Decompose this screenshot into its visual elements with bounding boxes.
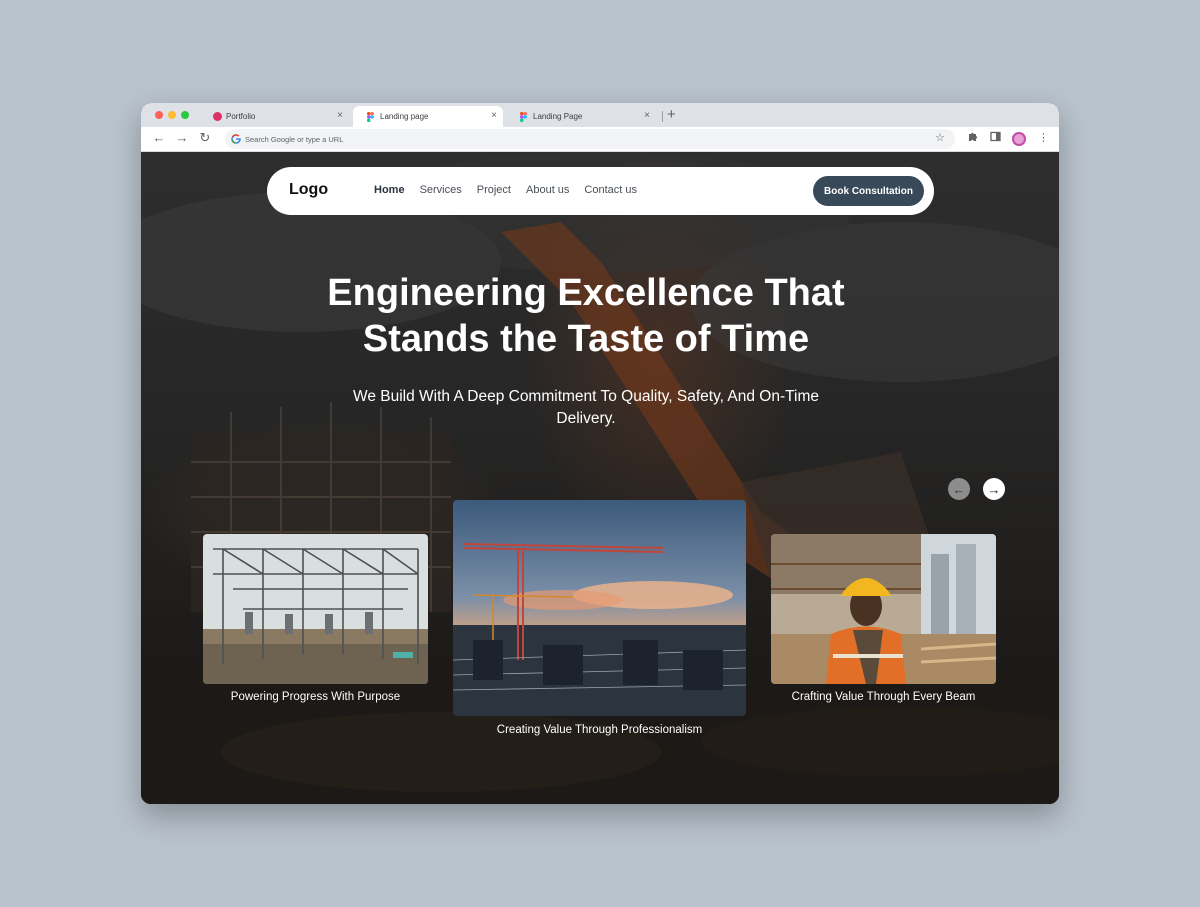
hero-title-line: Stands the Taste of Time — [362, 318, 810, 360]
arrow-right-icon: → — [987, 481, 1001, 497]
tab-label: Landing page — [380, 112, 429, 121]
more-menu-icon[interactable]: ⋮ — [1038, 131, 1049, 145]
close-window-dot[interactable] — [155, 111, 163, 119]
page-viewport: Logo Home Services Project About us Cont… — [141, 152, 1059, 804]
extensions-puzzle-icon[interactable] — [967, 131, 978, 146]
tab-portfolio[interactable]: Portfolio × — [199, 106, 349, 127]
hero-title: Engineering Excellence That Stands the T… — [261, 270, 911, 362]
project-card[interactable]: Powering Progress With Purpose — [203, 534, 428, 714]
bookmark-star-icon[interactable]: ☆ — [935, 131, 945, 145]
browser-toolbar: ← → ↻ Search Google or type a URL ☆ ⋮ — [141, 127, 1059, 152]
nav-links: Home Services Project About us Contact u… — [374, 184, 637, 196]
carousel-prev-button[interactable]: ← — [948, 478, 970, 500]
profile-avatar[interactable] — [1012, 132, 1026, 146]
browser-window: Portfolio × Landing page × Landing Page … — [141, 103, 1059, 804]
portfolio-favicon-icon — [213, 112, 222, 121]
nav-item-about-us[interactable]: About us — [526, 184, 569, 196]
book-consultation-button[interactable]: Book Consultation — [813, 176, 924, 206]
side-panel-icon[interactable] — [990, 131, 1001, 146]
address-placeholder: Search Google or type a URL — [245, 134, 344, 144]
nav-item-home[interactable]: Home — [374, 184, 405, 196]
site-navbar: Logo Home Services Project About us Cont… — [267, 167, 934, 215]
maximize-window-dot[interactable] — [181, 111, 189, 119]
project-card[interactable]: Creating Value Through Professionalism — [453, 500, 746, 745]
tab-landing-page-2[interactable]: Landing Page × — [506, 106, 656, 127]
site-logo[interactable]: Logo — [289, 181, 328, 199]
close-tab-icon[interactable]: × — [337, 111, 343, 121]
tab-label: Portfolio — [226, 112, 256, 121]
nav-item-project[interactable]: Project — [477, 184, 511, 196]
figma-icon — [520, 112, 527, 122]
new-tab-icon[interactable]: + — [667, 107, 676, 122]
back-arrow-icon[interactable]: ← — [151, 130, 167, 146]
google-icon — [231, 134, 241, 144]
arrow-left-icon: ← — [952, 481, 966, 497]
carousel-next-button[interactable]: → — [983, 478, 1005, 500]
cranes-sunset-image — [453, 500, 746, 716]
close-tab-icon[interactable]: × — [491, 111, 497, 121]
nav-item-contact-us[interactable]: Contact us — [584, 184, 637, 196]
substation-image — [203, 534, 428, 684]
tab-divider — [662, 111, 663, 122]
project-card[interactable]: Crafting Value Through Every Beam — [771, 534, 996, 714]
card-caption: Powering Progress With Purpose — [230, 691, 401, 703]
address-bar[interactable]: Search Google or type a URL — [225, 129, 955, 149]
reload-icon[interactable]: ↻ — [197, 130, 213, 146]
hero-title-line: Engineering Excellence That — [327, 272, 845, 314]
figma-icon — [367, 112, 374, 122]
card-caption: Creating Value Through Professionalism — [496, 724, 703, 736]
hero-subtitle-line: We Build With A Deep Commitment To Quali… — [352, 388, 820, 405]
forward-arrow-icon[interactable]: → — [174, 130, 190, 146]
close-tab-icon[interactable]: × — [644, 111, 650, 121]
construction-worker-image — [771, 534, 996, 684]
hero-subtitle: We Build With A Deep Commitment To Quali… — [321, 386, 851, 430]
nav-item-services[interactable]: Services — [420, 184, 462, 196]
tab-landing-page[interactable]: Landing page × — [353, 106, 503, 127]
minimize-window-dot[interactable] — [168, 111, 176, 119]
tab-strip: Portfolio × Landing page × Landing Page … — [141, 103, 1059, 127]
card-caption: Crafting Value Through Every Beam — [791, 691, 976, 703]
hero-subtitle-line: Delivery. — [556, 410, 616, 427]
tab-label: Landing Page — [533, 112, 583, 121]
